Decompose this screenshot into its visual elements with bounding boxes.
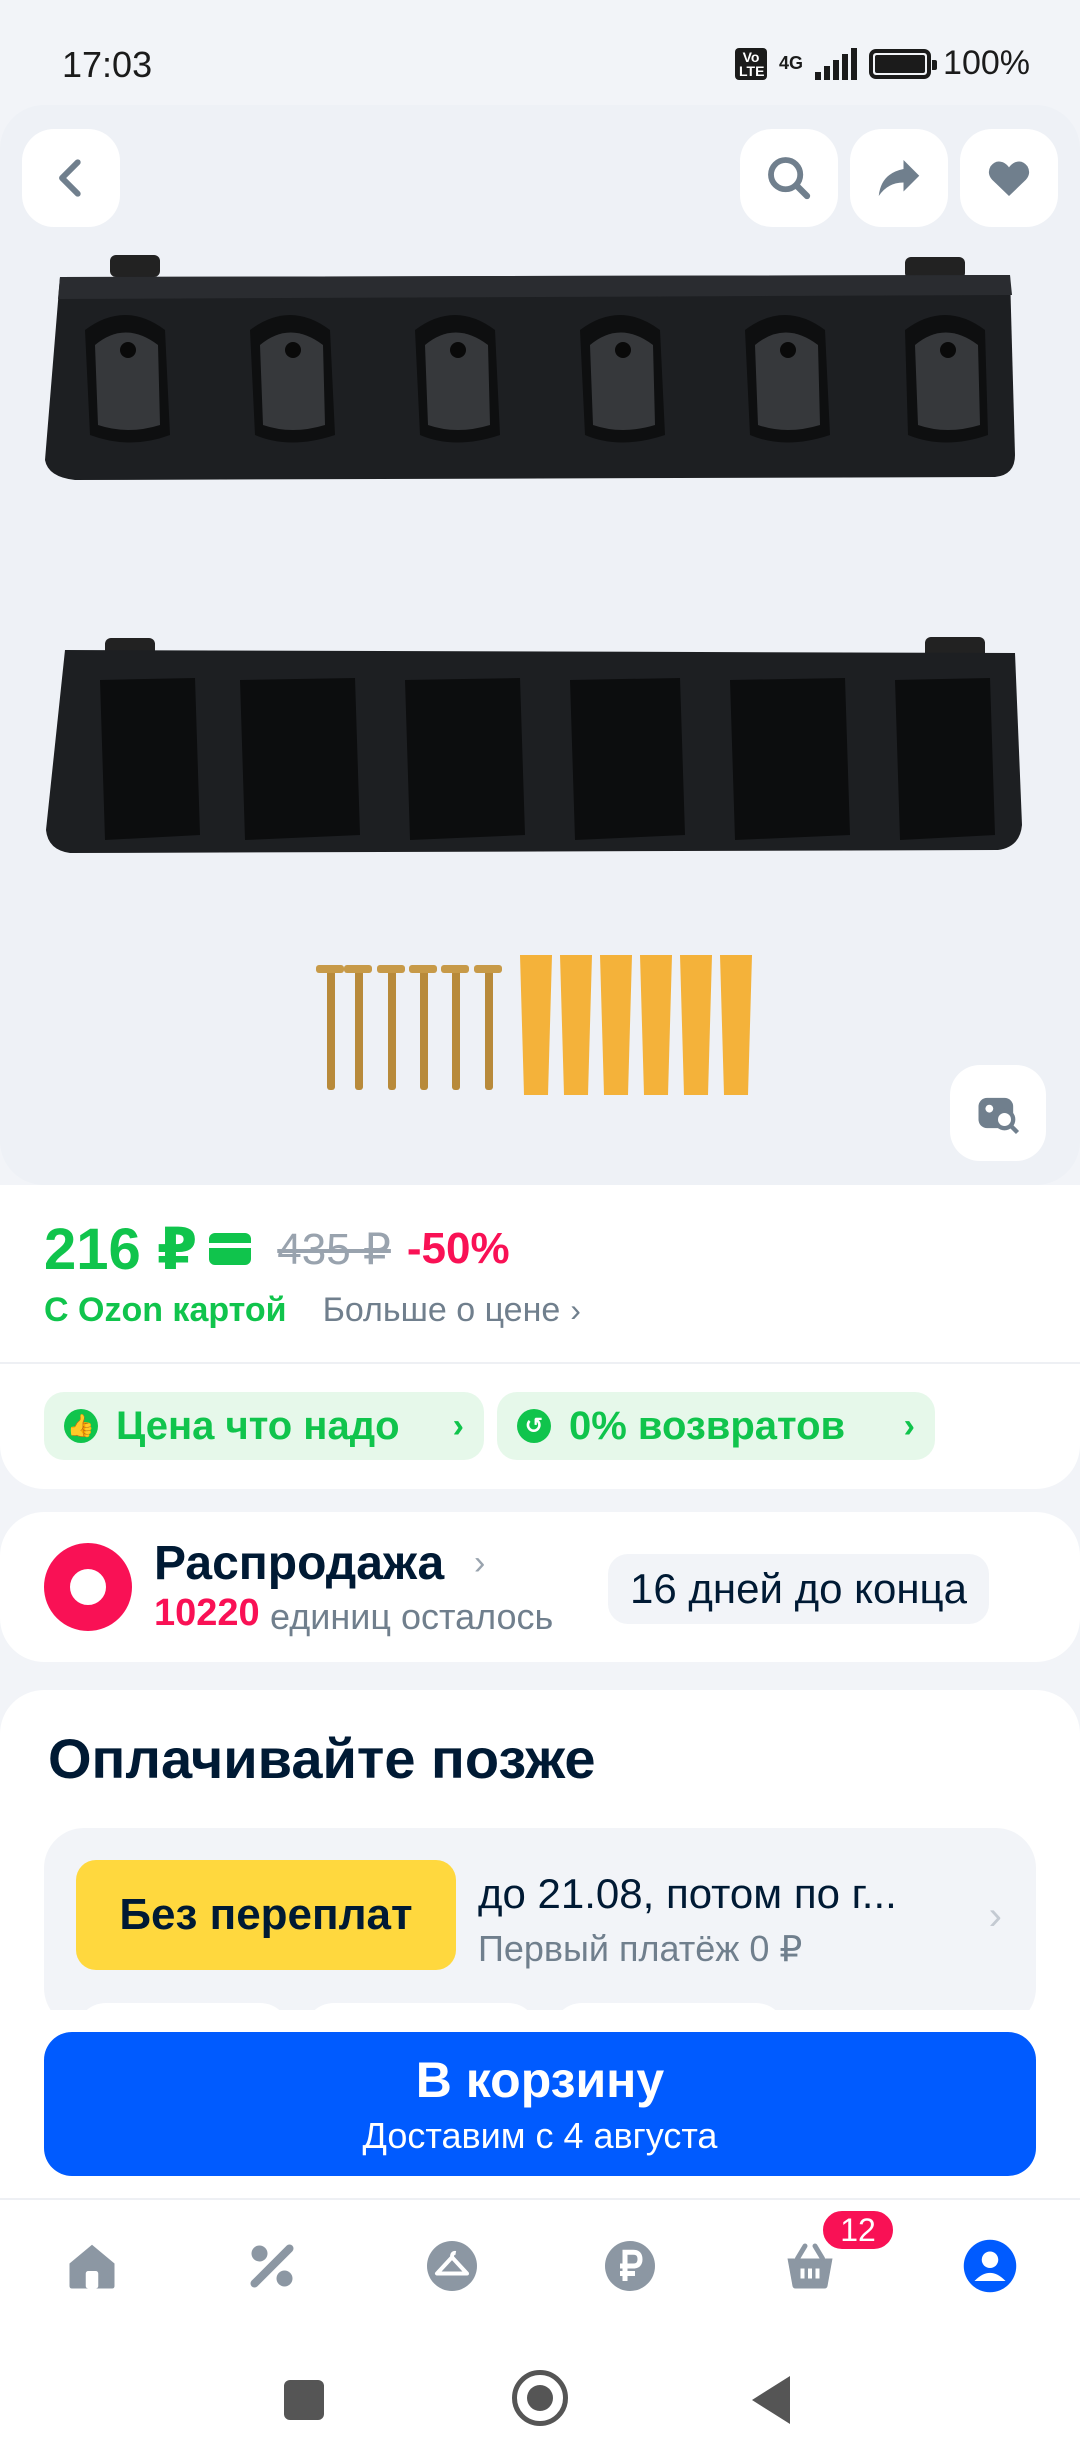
search-button[interactable] [740, 129, 838, 227]
status-bar: 17:03 Vo LTE 4G 100% [0, 0, 1080, 105]
pay-later-title: Оплачивайте позже [48, 1727, 596, 1790]
sale-title: Распродажа [154, 1537, 445, 1590]
sale-days-left: 16 дней до конца [608, 1554, 989, 1624]
share-button[interactable] [850, 129, 948, 227]
percent-icon [250, 2244, 294, 2288]
favorite-button[interactable] [960, 129, 1058, 227]
sale-ring-icon [44, 1543, 132, 1631]
nav-finance[interactable] [590, 2226, 670, 2306]
screws [316, 965, 502, 1090]
nav-home[interactable] [52, 2226, 132, 2306]
chevron-right-icon: › [452, 1406, 464, 1445]
bottom-navigation: 12 [0, 2198, 1080, 2330]
cart-count-badge: 12 [820, 2208, 896, 2252]
sale-card[interactable]: Распродажа › 10220 единиц осталось 16 дн… [0, 1512, 1080, 1662]
nav-promo[interactable] [232, 2226, 312, 2306]
badges-section: 👍 Цена что надо › ↺ 0% возвратов › [0, 1364, 1080, 1489]
badge-label: Цена что надо [116, 1403, 400, 1448]
price-section[interactable]: 216 ₽ 435 ₽ -50% С Ozon картой Больше о … [0, 1185, 1080, 1365]
product-image [45, 255, 1022, 1095]
installment-main: до 21.08, потом по г... [478, 1870, 897, 1917]
price-discount: -50% [406, 1224, 510, 1273]
badge-good-price[interactable]: 👍 Цена что надо › [44, 1392, 484, 1460]
battery-icon [869, 48, 938, 79]
return-icon: ↺ [517, 1409, 551, 1443]
battery-level: 100% [943, 44, 1030, 82]
pay-later-card: Оплачивайте позже Без переплат до 21.08,… [0, 1690, 1080, 2020]
back-button[interactable] [22, 129, 120, 227]
delivery-date: Доставим с 4 августа [362, 2115, 718, 2156]
nav-profile[interactable] [950, 2226, 1030, 2306]
more-price-link[interactable]: Больше о цене [323, 1291, 561, 1330]
share-icon [878, 160, 920, 196]
back-arrow-icon [59, 159, 81, 197]
badge-returns[interactable]: ↺ 0% возвратов › [497, 1392, 935, 1460]
cart-action-bar: В корзину Доставим с 4 августа [0, 2010, 1080, 2200]
card-icon [209, 1233, 252, 1265]
add-to-cart-button[interactable]: В корзину Доставим с 4 августа [44, 2032, 1036, 2176]
sale-left-label: единиц осталось [270, 1596, 554, 1637]
chevron-right-icon: › [474, 1544, 486, 1582]
back-button-system[interactable] [752, 2376, 790, 2424]
price-row: 216 ₽ 435 ₽ -50% [44, 1215, 510, 1283]
heart-icon [988, 161, 1030, 196]
profile-icon [963, 2239, 1017, 2293]
network-type: 4G [779, 53, 804, 73]
hanger-icon [427, 2241, 477, 2291]
chevron-right-icon: › [570, 1292, 581, 1328]
rod-holder-top [45, 255, 1015, 480]
image-search-icon [978, 1097, 1020, 1135]
installment-sub: Первый платёж 0 ₽ [478, 1928, 803, 1969]
status-indicators: Vo LTE 4G 100% [735, 44, 1030, 83]
search-icon [768, 157, 811, 200]
add-to-cart-label: В корзину [415, 2052, 665, 2108]
home-button[interactable] [512, 2370, 568, 2426]
home-icon [69, 2244, 115, 2289]
image-search-button[interactable] [950, 1065, 1046, 1161]
price-subrow: С Ozon картой Больше о цене › [44, 1291, 581, 1330]
nav-fashion[interactable] [412, 2226, 492, 2306]
dowels [520, 955, 752, 1095]
ozon-card-label: С Ozon картой [44, 1291, 287, 1329]
no-overpay-badge: Без переплат [76, 1860, 456, 1970]
badge-label: 0% возвратов [569, 1403, 846, 1448]
price-current: 216 ₽ [44, 1217, 198, 1282]
system-navigation [0, 2330, 1080, 2460]
chevron-right-icon: › [903, 1406, 915, 1445]
volte-icon: Vo LTE [735, 47, 768, 80]
signal-icon [815, 47, 858, 80]
chevron-right-icon: › [988, 1894, 1002, 1938]
recent-apps-button[interactable] [284, 2380, 324, 2420]
rod-holder-bottom [46, 637, 1022, 853]
status-time: 17:03 [62, 44, 153, 85]
thumbs-up-icon: 👍 [64, 1409, 98, 1443]
sale-count: 10220 [154, 1592, 260, 1634]
installment-option[interactable]: Без переплат до 21.08, потом по г... Пер… [44, 1828, 1036, 2020]
price-old: 435 ₽ [277, 1224, 391, 1274]
ruble-icon [605, 2241, 655, 2291]
product-gallery[interactable] [0, 105, 1080, 1185]
